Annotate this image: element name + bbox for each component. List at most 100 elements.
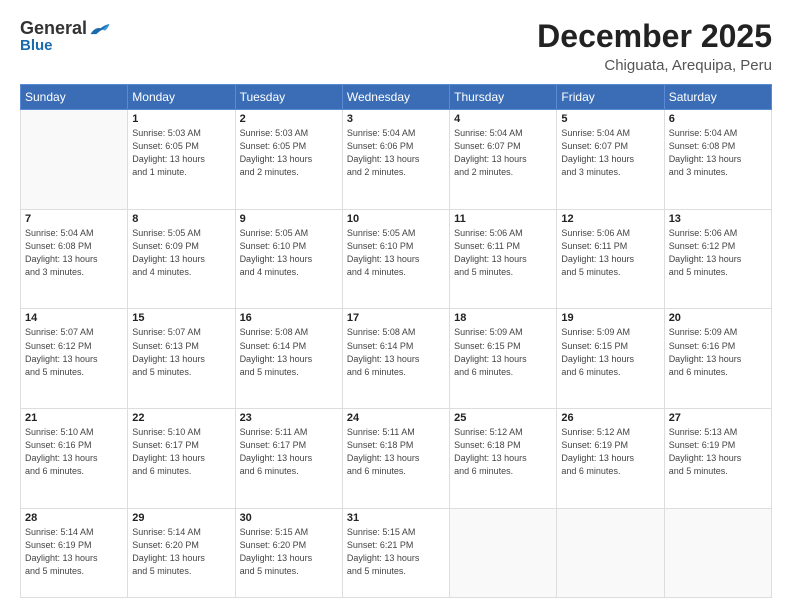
- calendar-cell: 11 Sunrise: 5:06 AM Sunset: 6:11 PM Dayli…: [450, 209, 557, 309]
- day-number: 30: [240, 512, 338, 524]
- calendar-cell: 3 Sunrise: 5:04 AM Sunset: 6:06 PM Daylig…: [342, 110, 449, 210]
- day-number: 15: [132, 312, 230, 324]
- calendar-cell: 28 Sunrise: 5:14 AM Sunset: 6:19 PM Dayli…: [21, 508, 128, 597]
- day-number: 22: [132, 412, 230, 424]
- day-number: 12: [561, 213, 659, 225]
- calendar-cell: 6Sunrise: 5:04 AM Sunset: 6:08 PM Daylig…: [664, 110, 771, 210]
- day-number: 3: [347, 113, 445, 125]
- calendar-week-row: 14 Sunrise: 5:07 AM Sunset: 6:12 PM Dayli…: [21, 309, 772, 409]
- calendar-cell: 4 Sunrise: 5:04 AM Sunset: 6:07 PM Daylig…: [450, 110, 557, 210]
- day-info: Sunrise: 5:07 AM Sunset: 6:12 PM Dayligh…: [25, 326, 123, 378]
- day-number: 6: [669, 113, 767, 125]
- calendar-cell: 31 Sunrise: 5:15 AM Sunset: 6:21 PM Dayli…: [342, 508, 449, 597]
- day-info: Sunrise: 5:03 AM Sunset: 6:05 PM Dayligh…: [132, 127, 230, 179]
- calendar-cell: 2Sunrise: 5:03 AM Sunset: 6:05 PM Daylig…: [235, 110, 342, 210]
- day-number: 11: [454, 213, 552, 225]
- day-info: Sunrise: 5:05 AM Sunset: 6:09 PM Dayligh…: [132, 227, 230, 279]
- day-number: 1: [132, 113, 230, 125]
- calendar-cell: 15Sunrise: 5:07 AM Sunset: 6:13 PM Dayli…: [128, 309, 235, 409]
- title-block: December 2025 Chiguata, Arequipa, Peru: [537, 18, 772, 74]
- day-number: 5: [561, 113, 659, 125]
- calendar-cell: 17 Sunrise: 5:08 AM Sunset: 6:14 PM Dayli…: [342, 309, 449, 409]
- calendar-cell: 7Sunrise: 5:04 AM Sunset: 6:08 PM Daylig…: [21, 209, 128, 309]
- day-info: Sunrise: 5:06 AM Sunset: 6:12 PM Dayligh…: [669, 227, 767, 279]
- header: General Blue December 2025 Chiguata, Are…: [20, 18, 772, 74]
- calendar-cell: 21Sunrise: 5:10 AM Sunset: 6:16 PM Dayli…: [21, 409, 128, 509]
- calendar-cell: 29 Sunrise: 5:14 AM Sunset: 6:20 PM Dayli…: [128, 508, 235, 597]
- day-number: 14: [25, 312, 123, 324]
- day-info: Sunrise: 5:15 AM Sunset: 6:20 PM Dayligh…: [240, 526, 338, 578]
- calendar-cell: 26 Sunrise: 5:12 AM Sunset: 6:19 PM Dayli…: [557, 409, 664, 509]
- day-info: Sunrise: 5:06 AM Sunset: 6:11 PM Dayligh…: [561, 227, 659, 279]
- day-number: 16: [240, 312, 338, 324]
- weekday-header-wednesday: Wednesday: [342, 85, 449, 110]
- day-info: Sunrise: 5:04 AM Sunset: 6:08 PM Dayligh…: [25, 227, 123, 279]
- calendar-cell: 22 Sunrise: 5:10 AM Sunset: 6:17 PM Dayli…: [128, 409, 235, 509]
- day-info: Sunrise: 5:10 AM Sunset: 6:17 PM Dayligh…: [132, 426, 230, 478]
- day-number: 28: [25, 512, 123, 524]
- weekday-header-tuesday: Tuesday: [235, 85, 342, 110]
- weekday-header-row: SundayMondayTuesdayWednesdayThursdayFrid…: [21, 85, 772, 110]
- calendar-cell: 14 Sunrise: 5:07 AM Sunset: 6:12 PM Dayli…: [21, 309, 128, 409]
- day-number: 25: [454, 412, 552, 424]
- calendar-cell: 16 Sunrise: 5:08 AM Sunset: 6:14 PM Dayli…: [235, 309, 342, 409]
- day-info: Sunrise: 5:09 AM Sunset: 6:15 PM Dayligh…: [561, 326, 659, 378]
- day-number: 27: [669, 412, 767, 424]
- day-info: Sunrise: 5:05 AM Sunset: 6:10 PM Dayligh…: [347, 227, 445, 279]
- calendar-cell: 24Sunrise: 5:11 AM Sunset: 6:18 PM Dayli…: [342, 409, 449, 509]
- calendar-cell: 30 Sunrise: 5:15 AM Sunset: 6:20 PM Dayli…: [235, 508, 342, 597]
- day-info: Sunrise: 5:14 AM Sunset: 6:20 PM Dayligh…: [132, 526, 230, 578]
- day-info: Sunrise: 5:09 AM Sunset: 6:16 PM Dayligh…: [669, 326, 767, 378]
- calendar-cell: 12 Sunrise: 5:06 AM Sunset: 6:11 PM Dayli…: [557, 209, 664, 309]
- day-info: Sunrise: 5:12 AM Sunset: 6:19 PM Dayligh…: [561, 426, 659, 478]
- day-number: 4: [454, 113, 552, 125]
- day-number: 26: [561, 412, 659, 424]
- day-info: Sunrise: 5:11 AM Sunset: 6:17 PM Dayligh…: [240, 426, 338, 478]
- day-info: Sunrise: 5:04 AM Sunset: 6:07 PM Dayligh…: [561, 127, 659, 179]
- day-info: Sunrise: 5:15 AM Sunset: 6:21 PM Dayligh…: [347, 526, 445, 578]
- day-info: Sunrise: 5:13 AM Sunset: 6:19 PM Dayligh…: [669, 426, 767, 478]
- calendar-week-row: 21Sunrise: 5:10 AM Sunset: 6:16 PM Dayli…: [21, 409, 772, 509]
- weekday-header-friday: Friday: [557, 85, 664, 110]
- calendar-cell: 13 Sunrise: 5:06 AM Sunset: 6:12 PM Dayli…: [664, 209, 771, 309]
- day-number: 17: [347, 312, 445, 324]
- day-number: 29: [132, 512, 230, 524]
- calendar-cell: [664, 508, 771, 597]
- day-number: 9: [240, 213, 338, 225]
- day-info: Sunrise: 5:11 AM Sunset: 6:18 PM Dayligh…: [347, 426, 445, 478]
- calendar-week-row: 28 Sunrise: 5:14 AM Sunset: 6:19 PM Dayli…: [21, 508, 772, 597]
- calendar-cell: 27 Sunrise: 5:13 AM Sunset: 6:19 PM Dayli…: [664, 409, 771, 509]
- day-info: Sunrise: 5:06 AM Sunset: 6:11 PM Dayligh…: [454, 227, 552, 279]
- day-info: Sunrise: 5:03 AM Sunset: 6:05 PM Dayligh…: [240, 127, 338, 179]
- day-number: 18: [454, 312, 552, 324]
- calendar-cell: 5 Sunrise: 5:04 AM Sunset: 6:07 PM Daylig…: [557, 110, 664, 210]
- weekday-header-saturday: Saturday: [664, 85, 771, 110]
- calendar-cell: 18Sunrise: 5:09 AM Sunset: 6:15 PM Dayli…: [450, 309, 557, 409]
- calendar-cell: 25Sunrise: 5:12 AM Sunset: 6:18 PM Dayli…: [450, 409, 557, 509]
- day-info: Sunrise: 5:14 AM Sunset: 6:19 PM Dayligh…: [25, 526, 123, 578]
- calendar-cell: 9 Sunrise: 5:05 AM Sunset: 6:10 PM Daylig…: [235, 209, 342, 309]
- day-info: Sunrise: 5:04 AM Sunset: 6:07 PM Dayligh…: [454, 127, 552, 179]
- weekday-header-sunday: Sunday: [21, 85, 128, 110]
- day-number: 23: [240, 412, 338, 424]
- calendar-cell: 10 Sunrise: 5:05 AM Sunset: 6:10 PM Dayli…: [342, 209, 449, 309]
- logo-bird-icon: [89, 20, 111, 38]
- day-number: 31: [347, 512, 445, 524]
- location-title: Chiguata, Arequipa, Peru: [537, 57, 772, 74]
- day-number: 13: [669, 213, 767, 225]
- day-info: Sunrise: 5:10 AM Sunset: 6:16 PM Dayligh…: [25, 426, 123, 478]
- day-number: 10: [347, 213, 445, 225]
- logo-blue-text: Blue: [20, 37, 53, 54]
- day-info: Sunrise: 5:08 AM Sunset: 6:14 PM Dayligh…: [240, 326, 338, 378]
- calendar-cell: 23 Sunrise: 5:11 AM Sunset: 6:17 PM Dayli…: [235, 409, 342, 509]
- day-number: 8: [132, 213, 230, 225]
- day-info: Sunrise: 5:05 AM Sunset: 6:10 PM Dayligh…: [240, 227, 338, 279]
- calendar-week-row: 7Sunrise: 5:04 AM Sunset: 6:08 PM Daylig…: [21, 209, 772, 309]
- calendar-cell: 20Sunrise: 5:09 AM Sunset: 6:16 PM Dayli…: [664, 309, 771, 409]
- weekday-header-thursday: Thursday: [450, 85, 557, 110]
- day-info: Sunrise: 5:08 AM Sunset: 6:14 PM Dayligh…: [347, 326, 445, 378]
- logo-general-text: General: [20, 18, 87, 39]
- day-info: Sunrise: 5:04 AM Sunset: 6:06 PM Dayligh…: [347, 127, 445, 179]
- logo: General Blue: [20, 18, 111, 54]
- weekday-header-monday: Monday: [128, 85, 235, 110]
